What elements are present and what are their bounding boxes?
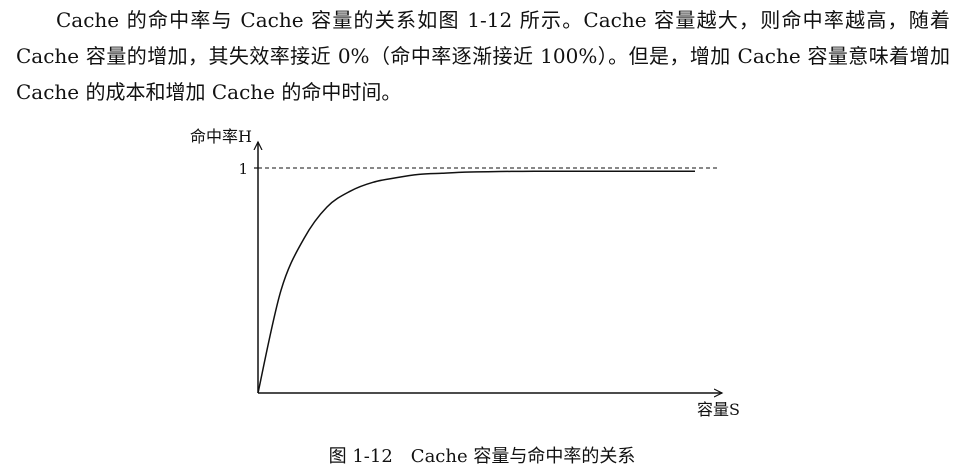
x-axis-label: 容量S xyxy=(697,400,740,418)
y-tick-label: 1 xyxy=(238,160,248,178)
hit-rate-curve xyxy=(257,170,695,394)
figure-title: Cache 容量与命中率的关系 xyxy=(410,446,636,467)
figure-number: 图 1-12 xyxy=(328,446,393,467)
y-axis-label: 命中率H xyxy=(190,127,252,146)
figure-caption: 图 1-12 Cache 容量与命中率的关系 xyxy=(0,444,964,470)
hit-rate-chart: 1 命中率H 容量S xyxy=(190,127,740,419)
hit-rate-figure: 1 命中率H 容量S xyxy=(0,118,964,419)
body-paragraph: Cache 的命中率与 Cache 容量的关系如图 1-12 所示。Cache … xyxy=(16,8,950,104)
